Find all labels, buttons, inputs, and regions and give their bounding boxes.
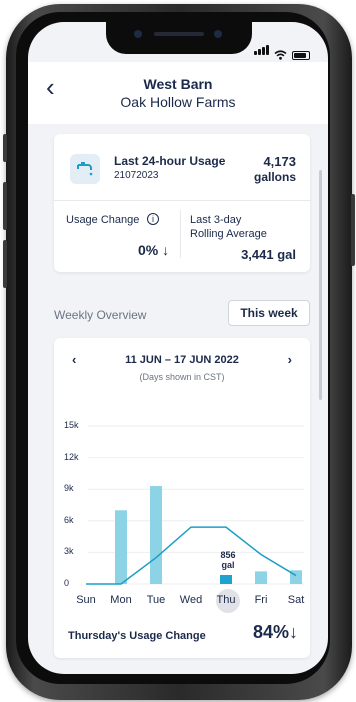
usage-date: 21072023 <box>114 170 159 181</box>
day-change-label: Thursday's Usage Change <box>68 630 206 642</box>
volume-up-button <box>3 182 7 230</box>
rolling-label: Last 3-day <box>190 214 242 226</box>
day-change-percent: 84% <box>252 622 289 642</box>
divider <box>54 200 310 201</box>
bar-thu[interactable] <box>220 574 232 584</box>
bar-annotation: 856 gal <box>211 550 245 570</box>
weekly-chart-card: ‹ › 11 JUN – 17 JUN 2022 (Days shown in … <box>54 338 310 658</box>
usage-value: 4,173 <box>263 154 296 169</box>
weekly-overview-label: Weekly Overview <box>54 308 147 322</box>
info-icon[interactable]: i <box>147 213 159 225</box>
annotation-unit: gal <box>221 560 235 570</box>
status-bar <box>253 42 310 60</box>
power-button <box>351 194 355 266</box>
usage-change-label: Usage Change <box>66 214 140 226</box>
page-subtitle: Oak Hollow Farms <box>120 94 236 110</box>
usage-change-value: 0% <box>138 242 159 258</box>
bar-mon[interactable] <box>115 510 127 584</box>
annotation-value: 856 <box>220 550 236 560</box>
app-screen: ‹ West Barn Oak Hollow Farms Last 24-hou… <box>28 22 328 674</box>
notch <box>106 22 252 54</box>
usage-title: Last 24-hour Usage <box>114 154 226 168</box>
volume-down-button <box>3 240 7 288</box>
speaker <box>154 32 204 36</box>
period-select-button[interactable]: This week <box>228 300 310 326</box>
usage-chart <box>86 425 304 585</box>
usage-summary-card: Last 24-hour Usage 21072023 4,173 gallon… <box>54 134 310 272</box>
usage-unit: gallons <box>253 170 296 184</box>
bar-fri[interactable] <box>255 571 267 584</box>
divider <box>180 210 181 258</box>
camera-icon <box>134 30 142 38</box>
faucet-icon <box>70 154 100 184</box>
rolling-value: 3,441 gal <box>241 247 296 262</box>
signal-icon <box>253 42 269 60</box>
battery-icon <box>292 51 310 60</box>
day-change-value: 84%↓ <box>253 622 298 643</box>
page-header: ‹ West Barn Oak Hollow Farms <box>28 62 328 124</box>
down-arrow-icon: ↓ <box>289 622 298 642</box>
side-button <box>3 134 7 162</box>
bar-tue[interactable] <box>150 486 162 584</box>
wifi-icon <box>274 50 287 60</box>
usage-change-display: 0% ↓ <box>138 242 169 258</box>
page-title: West Barn <box>143 76 213 92</box>
rolling-label: Rolling Average <box>190 228 267 240</box>
scrollbar[interactable] <box>319 170 322 400</box>
sensor-icon <box>214 30 222 38</box>
down-arrow-icon: ↓ <box>162 242 170 258</box>
